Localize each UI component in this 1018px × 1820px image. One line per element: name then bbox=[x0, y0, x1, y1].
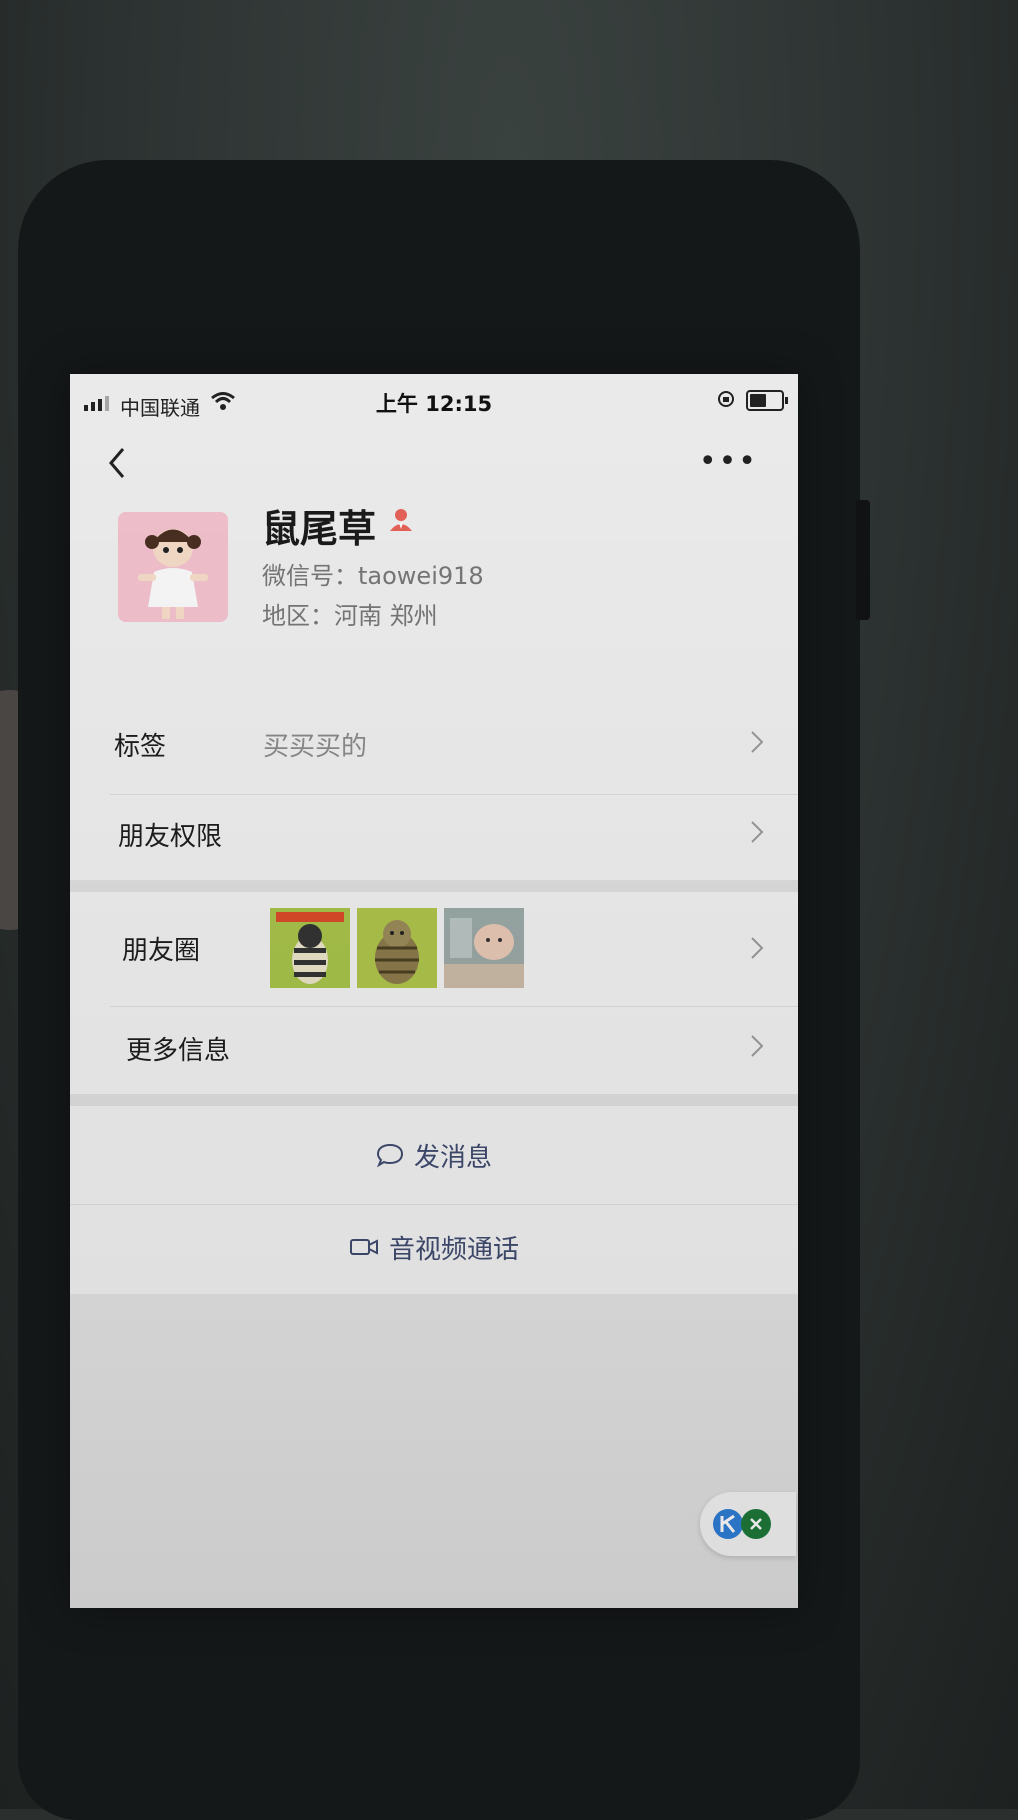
tags-value: 买买买的 bbox=[263, 732, 368, 762]
section-gap bbox=[70, 880, 798, 892]
close-icon[interactable] bbox=[740, 1508, 772, 1540]
moments-row[interactable]: 朋友圈 bbox=[70, 892, 798, 1006]
wechat-id: 微信号：taowei918 bbox=[262, 562, 484, 590]
section-gap bbox=[70, 1094, 798, 1106]
av-call-label: 音视频通话 bbox=[388, 1234, 519, 1265]
phone-screen: 中国联通 上午 12:15 ••• 鼠尾草 微信号：taowei918 地区：河… bbox=[70, 374, 798, 1608]
send-message-label: 发消息 bbox=[413, 1142, 492, 1173]
baby-photo-thumb bbox=[444, 908, 524, 988]
profile-nickname: 鼠尾草 bbox=[262, 507, 377, 551]
tags-row[interactable]: 标签 买买买的 bbox=[70, 704, 798, 794]
back-chevron-icon[interactable] bbox=[106, 446, 128, 480]
divider bbox=[110, 1006, 798, 1007]
divider bbox=[110, 794, 798, 795]
battery-icon bbox=[746, 390, 788, 411]
phone-side-button bbox=[856, 500, 870, 620]
divider bbox=[70, 1204, 798, 1205]
video-camera-icon bbox=[349, 1239, 378, 1255]
cat-tabby-thumb bbox=[357, 908, 437, 988]
tags-label: 标签 bbox=[114, 732, 167, 762]
empty-bottom-area bbox=[70, 1294, 798, 1608]
moments-thumb-1 bbox=[270, 908, 350, 988]
status-time: 上午 12:15 bbox=[375, 392, 493, 416]
friend-permissions-row[interactable]: 朋友权限 bbox=[70, 796, 798, 878]
status-bar: 中国联通 上午 12:15 bbox=[70, 374, 798, 420]
cat-striped-thumb bbox=[270, 908, 350, 988]
profile-region: 地区：河南 郑州 bbox=[262, 602, 438, 630]
send-message-button[interactable]: 发消息 bbox=[70, 1130, 798, 1180]
chevron-right-icon bbox=[751, 1035, 764, 1057]
battery-fill bbox=[750, 394, 766, 407]
more-info-row[interactable]: 更多信息 bbox=[70, 1008, 798, 1092]
friend-permissions-label: 朋友权限 bbox=[118, 822, 223, 852]
floating-widget[interactable] bbox=[700, 1492, 796, 1556]
moments-label: 朋友圈 bbox=[122, 936, 201, 966]
chevron-right-icon bbox=[751, 937, 764, 959]
avatar[interactable] bbox=[118, 512, 228, 622]
rotation-lock-icon bbox=[718, 391, 734, 407]
more-info-label: 更多信息 bbox=[126, 1036, 231, 1066]
av-call-button[interactable]: 音视频通话 bbox=[70, 1222, 798, 1272]
moments-thumb-2 bbox=[357, 908, 437, 988]
chevron-right-icon bbox=[751, 731, 764, 753]
more-options-button[interactable]: ••• bbox=[699, 444, 758, 479]
doll-avatar-image bbox=[118, 512, 228, 622]
user-icon bbox=[390, 509, 412, 531]
chevron-right-icon bbox=[751, 821, 764, 843]
moments-thumb-3 bbox=[444, 908, 524, 988]
chat-bubble-icon bbox=[376, 1143, 403, 1168]
